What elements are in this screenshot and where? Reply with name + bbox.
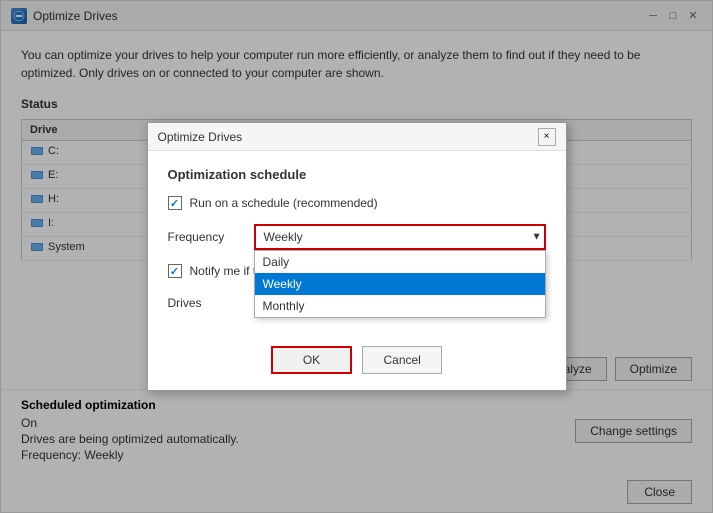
modal-overlay: Optimize Drives × Optimization schedule …	[1, 1, 712, 512]
frequency-dropdown-container: Weekly ▼ Daily Weekly Monthly	[254, 224, 546, 250]
frequency-label: Frequency	[168, 230, 238, 244]
modal-section-title: Optimization schedule	[168, 167, 546, 182]
dropdown-item-daily[interactable]: Daily	[255, 251, 545, 273]
frequency-row: Frequency Weekly ▼ Daily Weekly Monthly	[168, 224, 546, 250]
drives-label: Drives	[168, 296, 238, 310]
notify-checkbox[interactable]	[168, 264, 182, 278]
modal-title: Optimize Drives	[158, 130, 243, 144]
run-schedule-label: Run on a schedule (recommended)	[190, 196, 378, 210]
run-schedule-row: Run on a schedule (recommended)	[168, 196, 546, 210]
modal-dialog: Optimize Drives × Optimization schedule …	[147, 122, 567, 391]
dropdown-list: Daily Weekly Monthly	[254, 250, 546, 318]
modal-body: Optimization schedule Run on a schedule …	[148, 151, 566, 338]
main-window: Optimize Drives ─ □ ✕ You can optimize y…	[0, 0, 713, 513]
modal-title-bar: Optimize Drives ×	[148, 123, 566, 151]
ok-button[interactable]: OK	[271, 346, 352, 374]
run-schedule-checkbox[interactable]	[168, 196, 182, 210]
modal-footer: OK Cancel	[148, 338, 566, 390]
modal-close-button[interactable]: ×	[538, 128, 556, 146]
cancel-button[interactable]: Cancel	[362, 346, 442, 374]
frequency-selected-value: Weekly	[264, 230, 303, 244]
frequency-select[interactable]: Weekly	[254, 224, 546, 250]
dropdown-item-weekly[interactable]: Weekly	[255, 273, 545, 295]
dropdown-item-monthly[interactable]: Monthly	[255, 295, 545, 317]
